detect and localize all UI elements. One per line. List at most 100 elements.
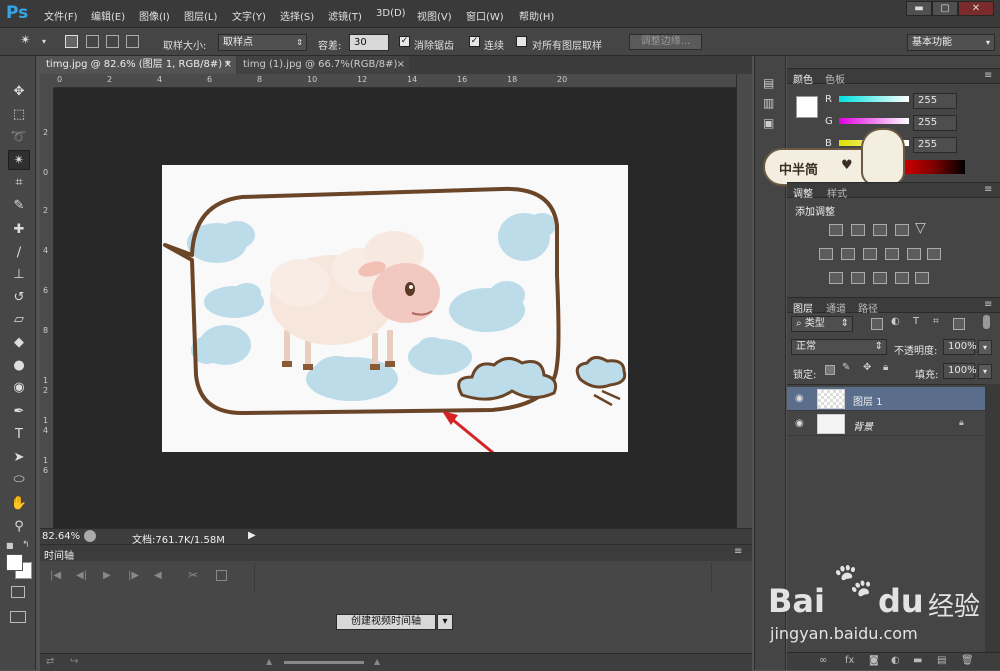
doc-tab-inactive[interactable]: timg (1).jpg @ 66.7%(RGB/8#) ×: [237, 56, 409, 74]
filter-pixel-icon[interactable]: [871, 318, 883, 330]
photo-filter-icon[interactable]: [885, 248, 899, 260]
properties-panel-icon[interactable]: ▥: [763, 96, 774, 110]
selective-color-icon[interactable]: [895, 272, 909, 284]
channel-g-slider[interactable]: [839, 118, 909, 124]
eraser-tool-icon[interactable]: ▱: [8, 310, 30, 330]
minimize-button[interactable]: ▬: [906, 1, 932, 16]
crop-tool-icon[interactable]: ⌗: [8, 173, 30, 193]
ellipse-tool-icon[interactable]: ⬭: [8, 470, 30, 490]
layer-style-icon[interactable]: fx: [845, 655, 854, 666]
channel-mixer-icon[interactable]: [907, 248, 921, 260]
zoom-tool-icon[interactable]: ⚲: [8, 517, 30, 537]
history-brush-tool-icon[interactable]: ↺: [8, 288, 30, 308]
audio-icon[interactable]: ◀: [154, 570, 162, 581]
channel-r-slider[interactable]: [839, 96, 909, 102]
menu-filter[interactable]: 滤镜(T): [328, 8, 362, 23]
menu-view[interactable]: 视图(V): [417, 8, 452, 23]
maximize-button[interactable]: ▢: [932, 1, 958, 16]
doc-tab-active[interactable]: timg.jpg @ 82.6% (图层 1, RGB/8#) * ×: [40, 56, 236, 74]
healing-brush-tool-icon[interactable]: ✚: [8, 220, 30, 240]
default-colors-icon[interactable]: ■: [6, 541, 14, 550]
magic-wand-icon[interactable]: ✴: [20, 33, 31, 48]
layer-name[interactable]: 图层 1: [853, 393, 883, 408]
lock-transparent-icon[interactable]: [825, 365, 835, 375]
filter-smart-object-icon[interactable]: [953, 318, 965, 330]
magic-wand-tool-icon[interactable]: ✴: [8, 150, 30, 170]
lasso-tool-icon[interactable]: ➰: [8, 128, 30, 148]
blend-mode-select[interactable]: 正常 ⇕: [791, 339, 887, 355]
sample-size-select[interactable]: 取样点 ⇕: [218, 34, 307, 51]
menu-image[interactable]: 图像(I): [139, 8, 170, 23]
channel-g-input[interactable]: 255: [913, 115, 957, 131]
gradient-map-icon[interactable]: [915, 272, 929, 284]
intersect-selection-icon[interactable]: [126, 35, 139, 48]
blur-tool-icon[interactable]: ●: [8, 356, 30, 376]
menu-edit[interactable]: 编辑(E): [91, 8, 125, 23]
menu-help[interactable]: 帮助(H): [519, 8, 554, 23]
hue-saturation-icon[interactable]: [819, 248, 833, 260]
menu-select[interactable]: 选择(S): [280, 8, 314, 23]
opacity-dropdown-icon[interactable]: ▾: [978, 340, 992, 355]
marquee-tool-icon[interactable]: ⬚: [8, 105, 30, 125]
clone-stamp-tool-icon[interactable]: ⊥: [8, 265, 30, 285]
status-info-icon[interactable]: [84, 530, 96, 542]
posterize-icon[interactable]: [851, 272, 865, 284]
brightness-icon[interactable]: [829, 224, 843, 236]
tool-preset-chevron-icon[interactable]: ▾: [42, 37, 46, 46]
lock-position-icon[interactable]: ✥: [863, 362, 871, 373]
status-menu-arrow-icon[interactable]: ▶: [248, 530, 256, 541]
channel-b-input[interactable]: 255: [913, 137, 957, 153]
doc-tab-close-icon[interactable]: ×: [224, 56, 232, 74]
tab-swatches[interactable]: 色板: [825, 71, 845, 86]
tab-styles[interactable]: 样式: [827, 185, 847, 200]
panel-menu-icon[interactable]: ≡: [984, 184, 992, 195]
menu-3d[interactable]: 3D(D): [376, 8, 406, 19]
move-tool-icon[interactable]: ✥: [8, 82, 30, 102]
visibility-eye-icon[interactable]: ◉: [795, 393, 804, 404]
zoom-in-icon[interactable]: ▲: [374, 657, 380, 666]
layer-row[interactable]: ◉ 图层 1: [787, 387, 985, 411]
hand-tool-icon[interactable]: ✋: [8, 494, 30, 514]
type-tool-icon[interactable]: T: [8, 425, 30, 445]
brush-tool-icon[interactable]: ∕: [8, 243, 30, 263]
swap-colors-icon[interactable]: ↰: [22, 540, 30, 550]
workspace-select[interactable]: 基本功能 ▾: [907, 34, 995, 51]
contiguous-checkbox[interactable]: ✓: [469, 36, 480, 47]
transition-icon[interactable]: [216, 570, 227, 581]
opacity-input[interactable]: 100%: [943, 339, 977, 355]
new-selection-icon[interactable]: [65, 35, 78, 48]
document-image[interactable]: [162, 165, 628, 472]
doc-tab-close-icon[interactable]: ×: [397, 56, 405, 74]
history-panel-icon[interactable]: ▤: [763, 76, 774, 90]
channel-r-input[interactable]: 255: [913, 93, 957, 109]
fill-input[interactable]: 100%: [943, 363, 977, 379]
paint-bucket-tool-icon[interactable]: ◆: [8, 333, 30, 353]
layer-name[interactable]: 背景: [853, 418, 873, 433]
previous-frame-icon[interactable]: ◀|: [76, 570, 87, 581]
screen-mode-icon[interactable]: [10, 611, 26, 623]
zoom-level[interactable]: 82.64%: [42, 531, 80, 542]
tab-channels[interactable]: 通道: [826, 300, 846, 315]
lock-all-icon[interactable]: 🔒︎: [883, 362, 888, 373]
tab-color[interactable]: 颜色: [793, 71, 813, 86]
convert-icon[interactable]: ⇄: [46, 656, 54, 667]
refine-edge-button[interactable]: 调整边缘...: [629, 34, 702, 50]
panel-menu-icon[interactable]: ≡: [984, 299, 992, 310]
new-layer-icon[interactable]: ▤: [937, 655, 946, 666]
lock-pixels-icon[interactable]: ✎: [842, 362, 850, 373]
first-frame-icon[interactable]: |◀: [50, 570, 61, 581]
filter-type-icon[interactable]: T: [913, 316, 919, 327]
path-selection-tool-icon[interactable]: ➤: [8, 448, 30, 468]
ruler-origin[interactable]: [40, 74, 54, 88]
timeline-zoom-slider[interactable]: [284, 661, 364, 664]
next-frame-icon[interactable]: |▶: [128, 570, 139, 581]
layer-mask-icon[interactable]: ◙: [869, 655, 879, 666]
zoom-out-icon[interactable]: ▲: [266, 657, 272, 666]
fill-dropdown-icon[interactable]: ▾: [978, 364, 992, 379]
add-selection-icon[interactable]: [86, 35, 99, 48]
all-layers-checkbox[interactable]: [516, 36, 527, 47]
tab-layers[interactable]: 图层: [793, 300, 813, 315]
menu-type[interactable]: 文字(Y): [232, 8, 266, 23]
menu-layer[interactable]: 图层(L): [184, 8, 217, 23]
levels-icon[interactable]: [851, 224, 865, 236]
